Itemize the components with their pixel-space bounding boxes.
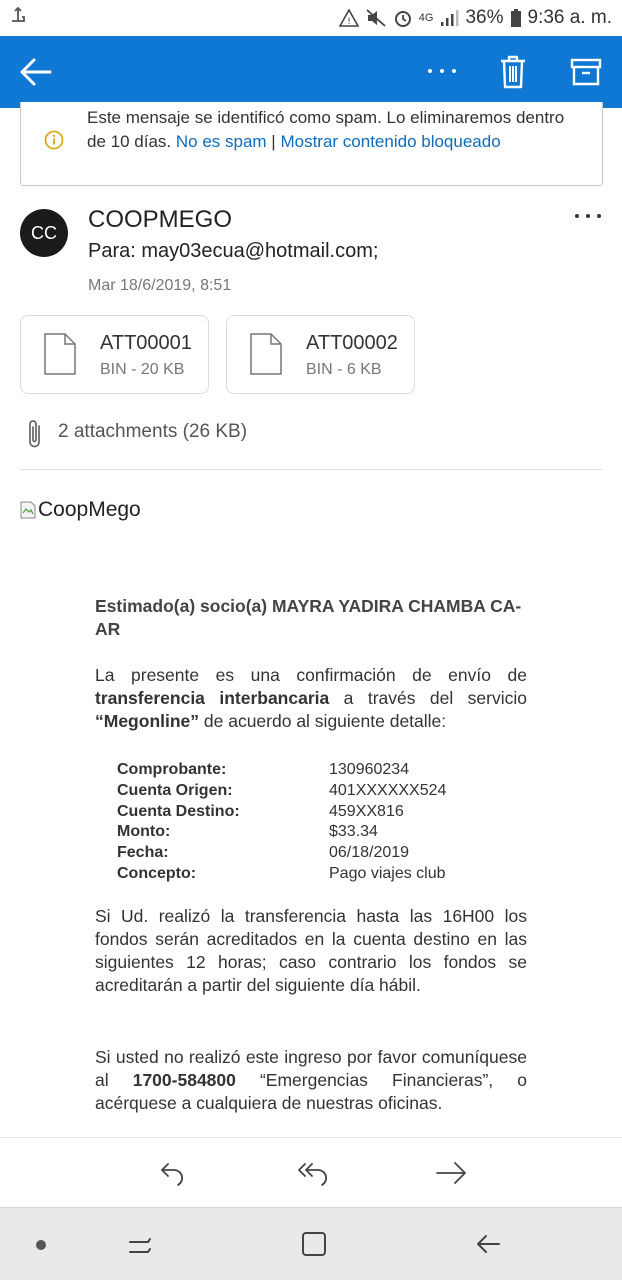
forward-icon[interactable] <box>434 1158 468 1188</box>
back-arrow-icon[interactable] <box>18 54 54 90</box>
intro-text: a través del servicio <box>329 688 527 708</box>
detail-row: Fecha: 06/18/2019 <box>117 843 446 864</box>
image-alt-text: CoopMego <box>38 498 141 521</box>
detail-label: Cuenta Origen: <box>117 781 233 799</box>
info-icon <box>44 130 64 150</box>
trash-icon[interactable] <box>498 54 528 90</box>
contact-paragraph: Si usted no realizó este ingreso por fav… <box>95 1046 527 1115</box>
intro-text: La presente es una confirmación de envío… <box>95 665 527 685</box>
file-icon <box>43 332 77 376</box>
recipient: Para: may03ecua@hotmail.com; <box>88 240 379 262</box>
more-icon[interactable] <box>424 56 460 86</box>
link-separator: | <box>271 132 276 151</box>
attachments-summary[interactable]: 2 attachments (26 KB) <box>58 421 247 443</box>
recents-icon[interactable] <box>126 1230 154 1258</box>
app-bar <box>0 36 622 108</box>
attachment-card[interactable]: ATT00002 BIN - 6 KB <box>226 315 415 394</box>
usb-debug-icon <box>8 6 28 32</box>
greeting: Estimado(a) socio(a) MAYRA YADIRA CHAMBA… <box>95 596 522 639</box>
spam-banner: Este mensaje se identificó como spam. Lo… <box>20 102 603 186</box>
detail-value: 459XX816 <box>329 802 404 820</box>
battery-percent: 36% <box>465 7 504 28</box>
detail-value: $33.34 <box>329 823 378 841</box>
back-icon[interactable] <box>474 1230 502 1258</box>
alarm-icon <box>393 8 413 28</box>
attachment-name: ATT00002 <box>306 332 398 354</box>
detail-value: 401XXXXXX524 <box>329 781 447 799</box>
svg-text:!: ! <box>347 17 351 27</box>
dot-icon[interactable] <box>36 1240 46 1250</box>
signal-icon <box>439 8 459 28</box>
detail-value: Pago viajes club <box>329 864 446 882</box>
archive-icon[interactable] <box>570 56 602 88</box>
message-action-bar <box>0 1137 622 1207</box>
attachment-name: ATT00001 <box>100 332 192 354</box>
sender-name: COOPMEGO <box>88 206 233 233</box>
phone-number: 1700-584800 <box>132 1070 236 1090</box>
warning-icon: ! <box>338 8 359 28</box>
detail-row: Cuenta Destino: 459XX816 <box>117 802 446 823</box>
detail-value: 06/18/2019 <box>329 844 410 862</box>
divider <box>20 469 603 470</box>
broken-image: CoopMego <box>20 497 141 523</box>
show-content-link[interactable]: Mostrar contenido bloqueado <box>280 132 500 151</box>
battery-icon <box>510 8 522 28</box>
detail-row: Cuenta Origen: 401XXXXXX524 <box>117 781 446 802</box>
attachment-card[interactable]: ATT00001 BIN - 20 KB <box>20 315 209 394</box>
message-more-icon[interactable] <box>572 205 604 227</box>
home-icon[interactable] <box>300 1230 328 1258</box>
service-name: “Megonline” <box>95 711 200 731</box>
detail-label: Concepto: <box>117 864 197 882</box>
detail-value: 130960234 <box>329 761 410 778</box>
intro-text: de acuerdo al siguiente detalle: <box>199 711 447 731</box>
file-icon <box>249 332 283 376</box>
detail-label: Cuenta Destino: <box>117 802 240 820</box>
reply-all-icon[interactable] <box>296 1158 332 1188</box>
status-bar: ! 4G 36% 9:36 a. m. <box>0 0 622 36</box>
detail-row: Comprobante: 130960234 <box>117 760 446 781</box>
attachment-size: BIN - 6 KB <box>306 361 382 378</box>
detail-label: Comprobante: <box>117 761 227 778</box>
reply-icon[interactable] <box>158 1158 188 1188</box>
clock: 9:36 a. m. <box>527 7 613 28</box>
timing-paragraph: Si Ud. realizó la transferencia hasta la… <box>95 906 527 995</box>
spam-message: Este mensaje se identificó como spam. Lo… <box>87 106 587 154</box>
paperclip-icon <box>24 418 46 450</box>
detail-row: Concepto: Pago viajes club <box>117 864 446 885</box>
intro-bold: transferencia interbancaria <box>95 688 330 708</box>
system-nav-bar <box>0 1207 622 1280</box>
network-type: 4G <box>418 12 434 24</box>
message-date: Mar 18/6/2019, 8:51 <box>88 277 232 294</box>
broken-image-icon <box>20 501 36 519</box>
transfer-details: Comprobante: 130960234 Cuenta Origen: 401X… <box>117 760 446 885</box>
intro-paragraph: La presente es una confirmación de envío… <box>95 664 527 733</box>
detail-label: Monto: <box>117 823 171 841</box>
detail-row: Monto: $33.34 <box>117 822 446 843</box>
not-spam-link[interactable]: No es spam <box>176 132 267 151</box>
mute-icon <box>365 8 387 28</box>
avatar[interactable]: CC <box>20 209 68 257</box>
detail-label: Fecha: <box>117 844 169 862</box>
attachment-size: BIN - 20 KB <box>100 361 185 378</box>
